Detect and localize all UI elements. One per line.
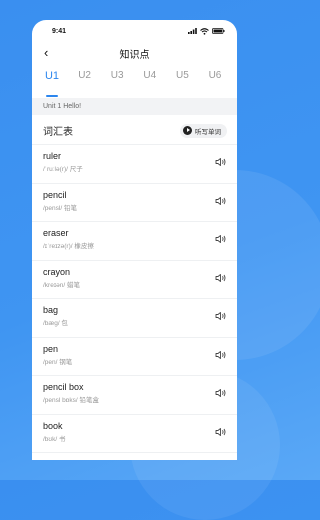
list-item[interactable]: pencil box /pensl bɒks/ 铅笔盒: [32, 375, 237, 414]
speaker-icon[interactable]: [215, 311, 227, 321]
speaker-icon[interactable]: [215, 273, 227, 283]
list-item[interactable]: pen /pen/ 钢笔: [32, 336, 237, 376]
word-text: crayon: [43, 266, 71, 277]
speaker-icon[interactable]: [215, 157, 227, 167]
word-phonetic: /pensl/ 铅笔: [43, 204, 77, 212]
speaker-icon[interactable]: [215, 234, 227, 244]
tab-u1[interactable]: U1: [42, 70, 62, 97]
nav-bar: ‹ 知识点: [32, 42, 237, 64]
list-item[interactable]: pencil /pensl/ 铅笔: [32, 182, 237, 222]
wifi-icon: [200, 27, 209, 35]
unit-caption: Unit 1 Hello!: [32, 98, 237, 115]
word-text: pen: [43, 343, 59, 354]
page-title: 知识点: [119, 49, 150, 61]
list-item[interactable]: bag /bæg/ 包: [32, 298, 237, 337]
word-phonetic: /ˈruːlə(r)/ 尺子: [43, 166, 83, 173]
word-list: ruler /ˈruːlə(r)/ 尺子 pencil /pensl/ 铅笔 e…: [32, 144, 237, 460]
word-text: ruler: [43, 151, 62, 161]
list-item[interactable]: book /bʊk/ 书: [32, 413, 237, 453]
tab-u4[interactable]: U4: [140, 70, 160, 92]
status-bar: 9:41: [32, 20, 237, 42]
speaker-icon[interactable]: [215, 427, 227, 437]
battery-icon: [212, 28, 225, 34]
dictation-label: 听写单词: [195, 128, 221, 136]
play-icon: [183, 126, 192, 135]
list-item[interactable]: ruler /ˈruːlə(r)/ 尺子: [32, 144, 237, 183]
tab-u5[interactable]: U5: [172, 70, 192, 92]
word-text: eraser: [43, 228, 69, 238]
tab-u3[interactable]: U3: [107, 70, 127, 92]
phone-screen: 9:41 ‹ 知识点 U1 U2 U3 U4 U5 U6 Unit 1 Hell…: [32, 20, 237, 460]
unit-tabs: U1 U2 U3 U4 U5 U6: [32, 64, 237, 97]
signal-icon: [188, 28, 197, 34]
list-item[interactable]: no: [32, 452, 237, 460]
speaker-icon[interactable]: [215, 196, 227, 206]
word-text: pencil box: [43, 382, 84, 392]
tab-u2[interactable]: U2: [75, 70, 95, 92]
back-button[interactable]: ‹: [44, 45, 48, 60]
word-phonetic: /pensl bɒks/ 铅笔盒: [43, 397, 99, 404]
list-item[interactable]: eraser /ɪˈreɪzə(r)/ 橡皮擦: [32, 221, 237, 260]
speaker-icon[interactable]: [215, 388, 227, 398]
word-text: book: [43, 420, 63, 431]
status-time: 9:41: [52, 27, 67, 35]
word-phonetic: /pen/ 钢笔: [43, 358, 73, 366]
vocab-header: 词汇表 听写单词: [32, 115, 237, 144]
word-phonetic: /bʊk/ 书: [43, 435, 66, 443]
word-text: no: [43, 453, 237, 460]
word-text: bag: [43, 305, 59, 315]
speaker-icon[interactable]: [215, 350, 227, 360]
dictation-button[interactable]: 听写单词: [180, 123, 227, 138]
word-phonetic: /bæg/ 包: [43, 320, 68, 327]
word-text: pencil: [43, 189, 67, 200]
tab-u6[interactable]: U6: [205, 70, 225, 92]
word-phonetic: /ɪˈreɪzə(r)/ 橡皮擦: [43, 243, 94, 250]
word-phonetic: /kreɪən/ 蜡笔: [43, 281, 80, 289]
list-item[interactable]: crayon /kreɪən/ 蜡笔: [32, 259, 237, 299]
vocab-title: 词汇表: [43, 127, 73, 138]
